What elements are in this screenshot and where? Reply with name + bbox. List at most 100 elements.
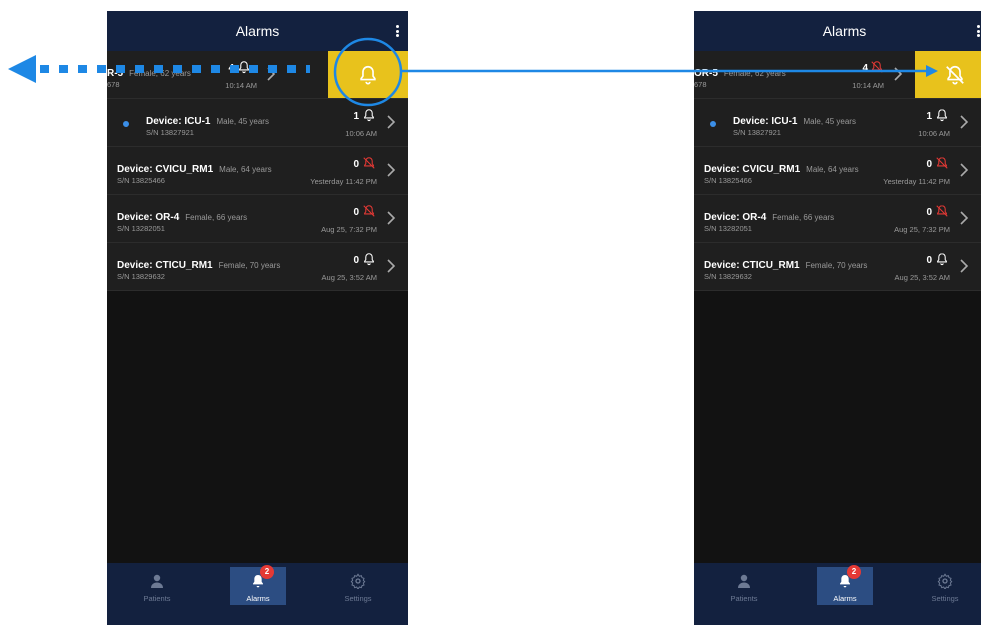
alarm-count: 1 bbox=[926, 111, 932, 122]
phone-screen-left: Alarms R-5 Female, 62 years 678 4 10:14 A… bbox=[107, 11, 408, 625]
patient-info: Female, 66 years bbox=[185, 213, 248, 222]
alarm-list: OR-5 Female, 62 years 678 4 10:14 AM Devi… bbox=[694, 51, 981, 291]
chevron-right-icon bbox=[387, 115, 396, 129]
list-item[interactable]: Device: CTICU_RM1 Female, 70 years S/N 138… bbox=[694, 243, 981, 291]
bell-icon bbox=[364, 253, 374, 266]
alarm-time: 10:14 AM bbox=[225, 81, 257, 90]
alarm-time: Yesterday 11:42 PM bbox=[883, 177, 950, 186]
nav-item-alarms[interactable]: 2 Alarms bbox=[230, 565, 286, 605]
patient-info: Female, 62 years bbox=[129, 69, 191, 78]
nav-label-alarms: Alarms bbox=[246, 594, 270, 603]
phone-screen-right: Alarms OR-5 Female, 62 years 678 4 10:14 … bbox=[694, 11, 981, 625]
bell-icon bbox=[360, 65, 376, 85]
device-name: Device: CVICU_RM1 bbox=[704, 164, 801, 175]
stage: Alarms R-5 Female, 62 years 678 4 10:14 A… bbox=[0, 0, 981, 625]
unread-dot bbox=[123, 121, 129, 127]
serial-number: S/N 13825466 bbox=[117, 176, 165, 185]
alarm-count: 4 bbox=[228, 63, 234, 74]
mute-alarm-button[interactable] bbox=[915, 51, 981, 98]
alarm-count: 0 bbox=[926, 159, 932, 170]
patient-info: Female, 62 years bbox=[723, 69, 786, 78]
device-name: R-5 bbox=[107, 68, 124, 79]
gear-icon bbox=[350, 573, 366, 589]
alarm-time: Yesterday 11:42 PM bbox=[310, 177, 377, 186]
list-item[interactable]: Device: CVICU_RM1 Male, 64 years S/N 13825… bbox=[694, 147, 981, 195]
device-name: Device: CTICU_RM1 bbox=[117, 260, 213, 271]
app-bar: Alarms bbox=[694, 11, 981, 51]
nav-label-patients: Patients bbox=[143, 594, 171, 603]
device-name: Device: CTICU_RM1 bbox=[704, 260, 800, 271]
patient-info: Male, 45 years bbox=[803, 117, 856, 126]
nav-item-patients[interactable]: Patients bbox=[129, 567, 185, 605]
bell-icon bbox=[239, 61, 249, 74]
list-item-swiped-left[interactable]: R-5 Female, 62 years 678 4 10:14 AM bbox=[107, 51, 408, 99]
device-name: Device: OR-4 bbox=[704, 212, 767, 223]
patient-info: Male, 64 years bbox=[219, 165, 272, 174]
bell-muted-icon bbox=[946, 65, 964, 85]
list-item[interactable]: Device: ICU-1 Male, 45 years S/N 13827921 1… bbox=[107, 99, 408, 147]
chevron-right-icon bbox=[960, 163, 969, 177]
list-item[interactable]: Device: CTICU_RM1 Female, 70 years S/N 138… bbox=[107, 243, 408, 291]
app-bar: Alarms bbox=[107, 11, 408, 51]
alarm-time: Aug 25, 7:32 PM bbox=[894, 225, 950, 234]
chevron-right-icon bbox=[267, 67, 276, 81]
alarm-list: R-5 Female, 62 years 678 4 10:14 AM Devic… bbox=[107, 51, 408, 291]
chevron-right-icon bbox=[894, 67, 903, 81]
bell-icon bbox=[937, 109, 947, 122]
list-item[interactable]: Device: ICU-1 Male, 45 years S/N 13827921 1… bbox=[694, 99, 981, 147]
person-icon bbox=[151, 574, 163, 588]
alarm-time: 10:06 AM bbox=[918, 129, 950, 138]
list-item[interactable]: Device: CVICU_RM1 Male, 64 years S/N 13825… bbox=[107, 147, 408, 195]
device-name: Device: ICU-1 bbox=[146, 116, 211, 127]
alarm-time: 10:14 AM bbox=[852, 81, 884, 90]
serial-number: S/N 13829632 bbox=[117, 272, 165, 281]
list-item-swiped-right[interactable]: OR-5 Female, 62 years 678 4 10:14 AM bbox=[694, 51, 981, 99]
alarm-count: 0 bbox=[353, 159, 359, 170]
list-item[interactable]: Device: OR-4 Female, 66 years S/N 13282051… bbox=[107, 195, 408, 243]
bell-icon bbox=[937, 253, 947, 266]
patient-info: Male, 45 years bbox=[216, 117, 269, 126]
more-menu-icon[interactable] bbox=[392, 25, 402, 39]
nav-item-patients[interactable]: Patients bbox=[716, 567, 772, 605]
nav-item-settings[interactable]: Settings bbox=[917, 567, 973, 605]
nav-label-settings: Settings bbox=[931, 594, 959, 603]
bell-muted-icon bbox=[363, 205, 375, 217]
serial-number: S/N 13827921 bbox=[733, 128, 781, 137]
nav-label-alarms: Alarms bbox=[833, 594, 857, 603]
alarm-count: 0 bbox=[926, 207, 932, 218]
chevron-right-icon bbox=[960, 115, 969, 129]
notification-badge: 2 bbox=[260, 565, 274, 579]
bottom-nav: Patients 2 Alarms Settings bbox=[694, 563, 981, 625]
chevron-right-icon bbox=[960, 259, 969, 273]
serial-number: S/N 13282051 bbox=[704, 224, 752, 233]
bell-muted-icon bbox=[871, 61, 883, 73]
list-item[interactable]: Device: OR-4 Female, 66 years S/N 13282051… bbox=[694, 195, 981, 243]
serial-number: S/N 13282051 bbox=[117, 224, 165, 233]
device-name: OR-5 bbox=[694, 68, 718, 79]
patient-info: Female, 70 years bbox=[218, 261, 281, 270]
serial-number: S/N 13829632 bbox=[704, 272, 752, 281]
bell-muted-icon bbox=[936, 157, 948, 169]
nav-item-settings[interactable]: Settings bbox=[330, 567, 386, 605]
alarm-count: 0 bbox=[353, 207, 359, 218]
bell-muted-icon bbox=[363, 157, 375, 169]
chevron-right-icon bbox=[387, 163, 396, 177]
alarm-count: 4 bbox=[862, 63, 868, 74]
alarm-count: 0 bbox=[353, 255, 359, 266]
alarm-count: 1 bbox=[353, 111, 359, 122]
serial-number: 678 bbox=[694, 80, 707, 89]
more-menu-icon[interactable] bbox=[973, 25, 981, 39]
alarm-time: Aug 25, 3:52 AM bbox=[894, 273, 950, 282]
serial-number: S/N 13827921 bbox=[146, 128, 194, 137]
device-name: Device: ICU-1 bbox=[733, 116, 798, 127]
chevron-right-icon bbox=[387, 259, 396, 273]
notification-badge: 2 bbox=[847, 565, 861, 579]
page-title: Alarms bbox=[235, 23, 280, 39]
alarm-action-button[interactable] bbox=[328, 51, 408, 98]
nav-item-alarms[interactable]: 2 Alarms bbox=[817, 565, 873, 605]
patient-info: Male, 64 years bbox=[806, 165, 859, 174]
gear-icon bbox=[937, 573, 953, 589]
alarm-time: 10:06 AM bbox=[345, 129, 377, 138]
bottom-nav: Patients 2 Alarms Settings bbox=[107, 563, 408, 625]
patient-info: Female, 70 years bbox=[805, 261, 868, 270]
